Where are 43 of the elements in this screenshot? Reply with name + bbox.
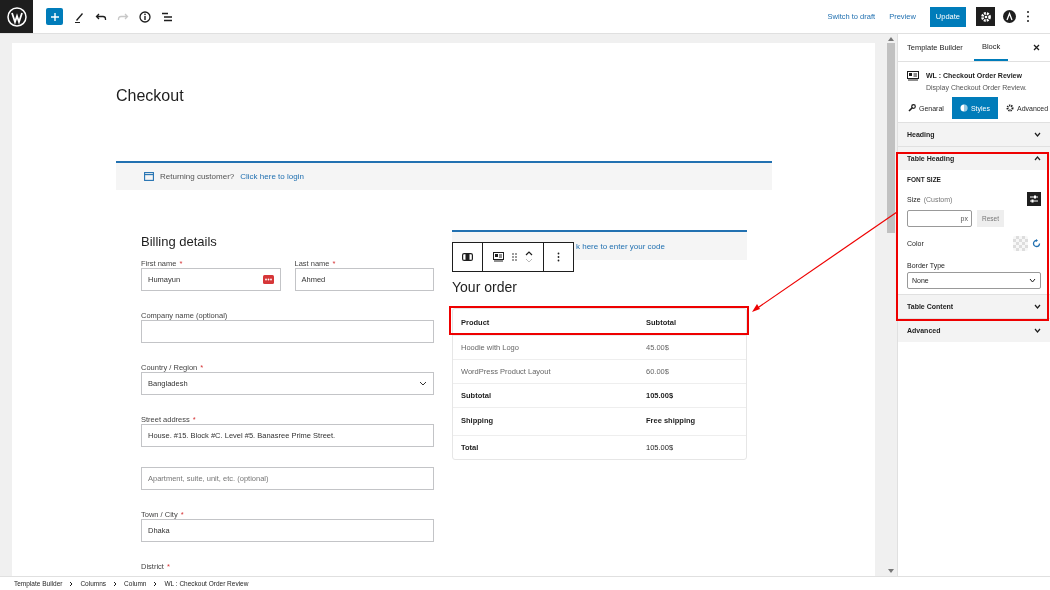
gear-icon [1005, 104, 1014, 112]
notice-text: Returning customer? [160, 172, 235, 181]
plugin-logo-icon[interactable] [1003, 10, 1016, 23]
move-up-down-icon[interactable] [525, 250, 533, 264]
chevron-icon [1034, 132, 1041, 137]
coupon-link[interactable]: k here to enter your code [576, 241, 665, 251]
close-icon[interactable] [1033, 44, 1040, 51]
window-icon [144, 172, 154, 181]
input-field[interactable] [141, 320, 434, 343]
wrench-icon [908, 104, 916, 112]
chevron-icon [113, 580, 118, 587]
login-link[interactable]: Click here to login [240, 172, 304, 181]
chevron-icon [153, 580, 158, 587]
styles-icon [959, 104, 968, 112]
chevron-icon [1034, 328, 1041, 333]
order-heading: Your order [452, 279, 518, 295]
chevron-down-icon [1029, 278, 1036, 283]
block-type-icon [907, 71, 919, 81]
custom-units-toggle-icon[interactable] [1027, 192, 1041, 206]
settings-button[interactable] [976, 7, 995, 26]
block-type-icon[interactable] [493, 252, 504, 262]
info-icon[interactable] [139, 10, 151, 23]
list-view-icon[interactable] [161, 10, 173, 23]
add-block-button[interactable] [46, 8, 63, 25]
chevron-icon [69, 580, 74, 587]
more-options-icon[interactable] [1026, 10, 1030, 23]
page-title: Checkout [116, 86, 185, 106]
billing-heading: Billing details [141, 234, 218, 249]
plus-icon [49, 11, 60, 22]
drag-handle-icon[interactable] [512, 253, 517, 261]
wordpress-logo-icon[interactable] [0, 0, 33, 33]
reset-color-icon[interactable] [1032, 239, 1041, 248]
pen-icon[interactable] [73, 10, 85, 23]
chevron-icon [1034, 304, 1041, 309]
chevron-down-icon [419, 381, 427, 386]
color-swatch[interactable] [1013, 236, 1028, 251]
scrollbar-thumb[interactable] [887, 43, 895, 233]
scroll-down-icon[interactable] [888, 569, 894, 573]
chevron-icon [1034, 156, 1041, 161]
scrollbar[interactable] [885, 34, 897, 576]
password-manager-icon[interactable] [262, 275, 274, 284]
scroll-up-icon[interactable] [888, 37, 894, 41]
gear-icon [979, 10, 992, 23]
